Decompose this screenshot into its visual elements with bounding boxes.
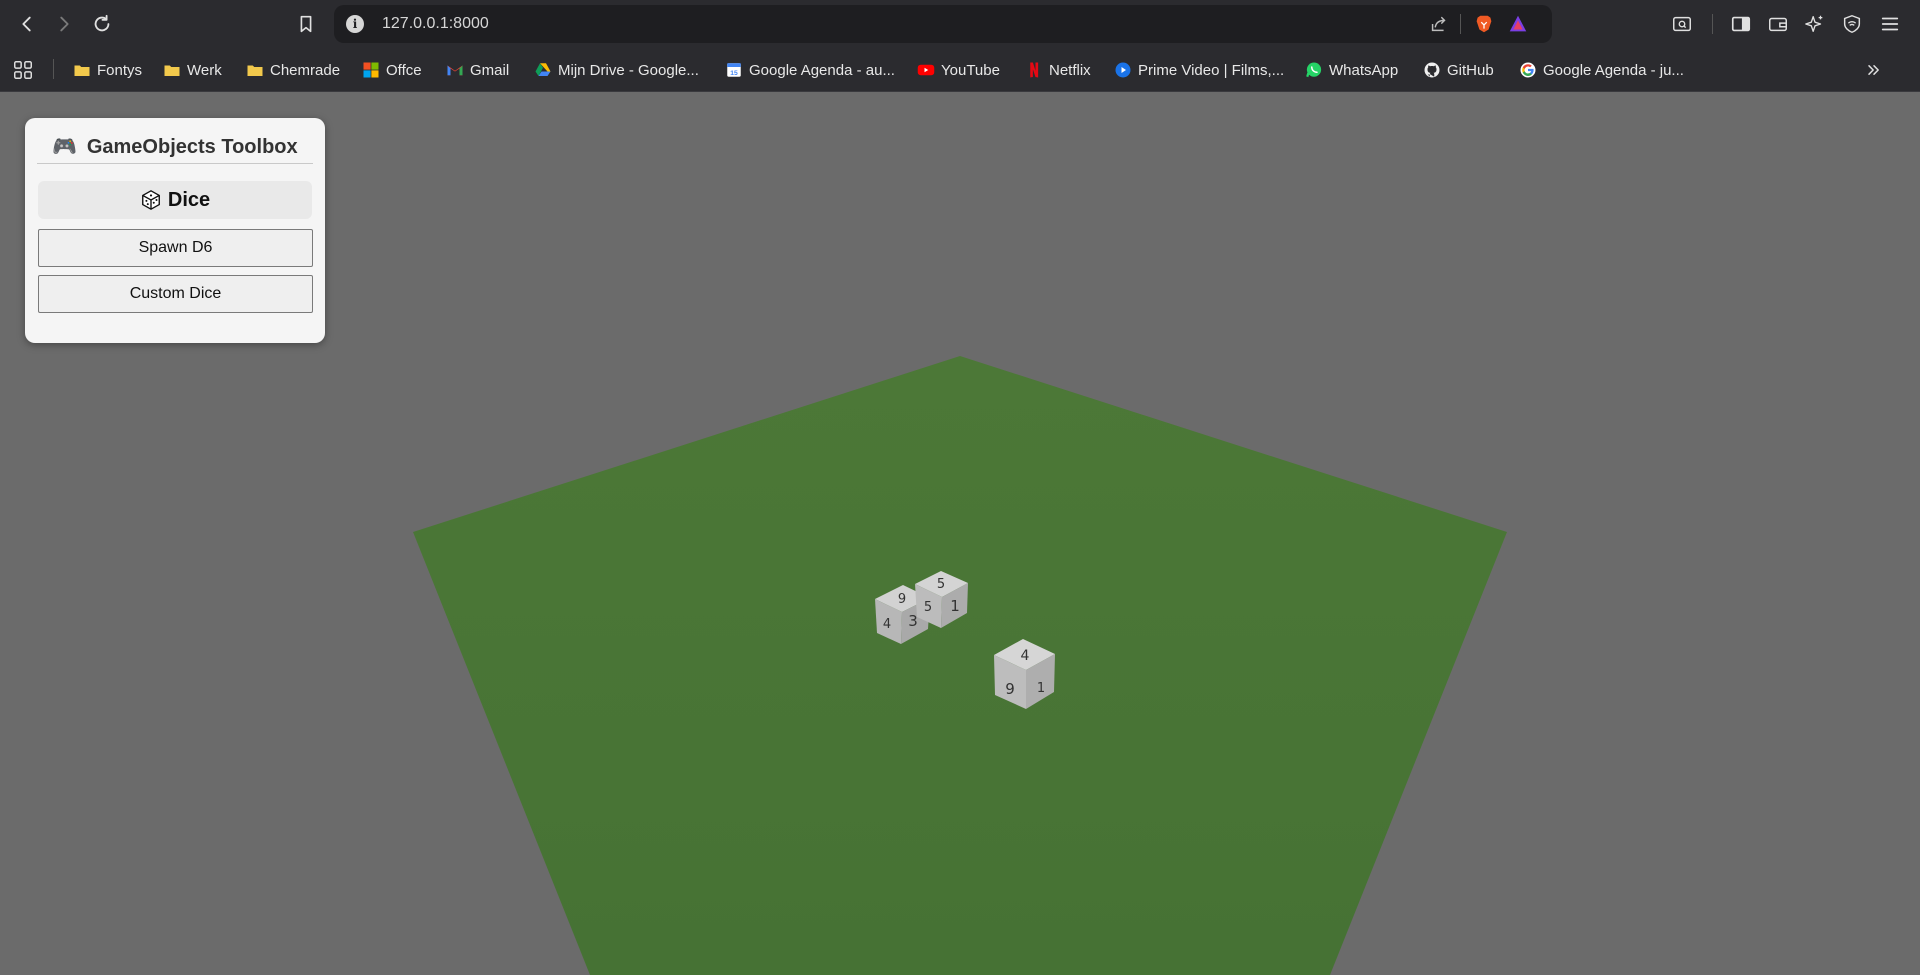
bookmark-label: YouTube: [941, 61, 1000, 79]
bookmark-github[interactable]: GitHub: [1423, 58, 1494, 82]
github-icon: [1423, 61, 1441, 79]
forward-arrow-icon: [60, 16, 69, 32]
rewards-triangle-icon: [1509, 15, 1527, 32]
bookmark-icon: [300, 15, 312, 33]
section-label: Dice: [167, 188, 211, 211]
die-face-left: 5: [924, 600, 932, 615]
apps-grid-icon: [12, 59, 34, 81]
hamburger-menu-icon: [1881, 17, 1899, 31]
prime-video-icon: [1114, 61, 1132, 79]
dice-section-header[interactable]: Dice: [38, 181, 312, 219]
site-info-icon[interactable]: i: [346, 15, 364, 33]
bookmark-label: Fontys: [97, 61, 143, 79]
bookmark-label: Prime Video | Films,...: [1138, 61, 1285, 79]
toolbox-title: 🎮 GameObjects Toolbox: [37, 134, 313, 164]
google-icon: [1519, 61, 1537, 79]
apps-button[interactable]: [12, 58, 40, 82]
bookmark-calendar-1[interactable]: 15 Google Agenda - au...: [725, 58, 895, 82]
double-chevron-right-icon: [1868, 65, 1879, 75]
gamepad-icon: 🎮: [52, 136, 78, 158]
address-bar[interactable]: i 127.0.0.1:8000: [334, 5, 1552, 43]
wallet-icon: [1769, 17, 1787, 32]
spawn-d6-button[interactable]: Spawn D6: [38, 229, 313, 267]
sidebar-icon: [1731, 16, 1751, 32]
whatsapp-icon: [1305, 61, 1323, 79]
drive-icon: [534, 61, 552, 79]
bookmark-label: Werk: [187, 61, 222, 79]
sidebar-button[interactable]: [1729, 12, 1753, 36]
svg-text:15: 15: [730, 70, 738, 77]
bookmark-label: GitHub: [1447, 61, 1494, 79]
bookmark-werk[interactable]: Werk: [163, 58, 222, 82]
youtube-icon: [917, 61, 935, 79]
toolbox-title-text: GameObjects Toolbox: [86, 136, 298, 158]
reload-icon: [94, 14, 110, 32]
vpn-button[interactable]: [1840, 12, 1864, 36]
share-icon: [1431, 16, 1446, 32]
more-bookmarks-button[interactable]: [1864, 58, 1884, 82]
url-text[interactable]: 127.0.0.1:8000: [382, 15, 489, 33]
custom-dice-button[interactable]: Custom Dice: [38, 275, 313, 313]
bookmark-office[interactable]: Offce: [362, 58, 422, 82]
brave-rewards-button[interactable]: [1506, 12, 1530, 36]
shield-icon: [1843, 14, 1861, 34]
browser-toolbar: i 127.0.0.1:8000: [0, 0, 1920, 48]
back-arrow-icon: [22, 16, 31, 32]
back-button[interactable]: [9, 6, 45, 42]
bookmark-label: Chemrade: [270, 61, 341, 79]
share-button[interactable]: [1427, 12, 1451, 36]
die-face-right: 1: [950, 597, 960, 615]
bookmark-label: WhatsApp: [1329, 61, 1399, 79]
reload-button[interactable]: [84, 6, 120, 42]
folder-icon: [73, 61, 91, 79]
netflix-icon: [1025, 61, 1043, 79]
die-face-right: 3: [908, 612, 918, 630]
bookmark-netflix[interactable]: Netflix: [1025, 58, 1091, 82]
bookmark-label: Netflix: [1049, 61, 1091, 79]
bookmark-drive[interactable]: Mijn Drive - Google...: [534, 58, 699, 82]
bookmark-label: Offce: [386, 61, 422, 79]
die-face-top: 5: [937, 577, 945, 592]
ground-plane: [413, 356, 1507, 975]
sparkle-icon: [1805, 15, 1823, 33]
die-face-right: 1: [1037, 681, 1045, 696]
die-face-top: 9: [898, 592, 906, 607]
folder-icon: [163, 61, 181, 79]
dice-icon: [141, 190, 160, 210]
bookmark-prime-video[interactable]: Prime Video | Films,...: [1114, 58, 1284, 82]
bookmark-label: Google Agenda - ju...: [1543, 61, 1684, 79]
die-face-left: 4: [883, 617, 891, 632]
tab-search-icon: [1673, 16, 1691, 32]
die-face-top: 4: [1021, 648, 1030, 664]
bookmark-chemrade[interactable]: Chemrade: [246, 58, 340, 82]
wallet-button[interactable]: [1766, 12, 1790, 36]
bookmarks-bar: Fontys Werk Chemrade Offce Gmail Mijn Dr…: [0, 48, 1920, 92]
brave-shields-button[interactable]: [1472, 12, 1496, 36]
bookmark-whatsapp[interactable]: WhatsApp: [1305, 58, 1398, 82]
main-menu-button[interactable]: [1878, 12, 1902, 36]
forward-button[interactable]: [46, 6, 82, 42]
gmail-icon: [446, 61, 464, 79]
bookmark-page-button[interactable]: [288, 6, 324, 42]
bookmark-label: Mijn Drive - Google...: [558, 61, 699, 79]
die-face-left: 9: [1005, 680, 1015, 698]
bookmark-gmail[interactable]: Gmail: [446, 58, 509, 82]
office-icon: [362, 61, 380, 79]
bookmark-label: Google Agenda - au...: [749, 61, 895, 79]
bookmark-youtube[interactable]: YouTube: [917, 58, 1000, 82]
brave-lion-icon: [1476, 15, 1492, 33]
bookmark-calendar-2[interactable]: Google Agenda - ju...: [1519, 58, 1684, 82]
gameobjects-toolbox: 🎮 GameObjects Toolbox Dice Spawn D6 Cust…: [25, 118, 325, 343]
folder-icon: [246, 61, 264, 79]
calendar-icon: 15: [725, 61, 743, 79]
bookmark-label: Gmail: [470, 61, 510, 79]
tab-search-button[interactable]: [1670, 12, 1694, 36]
leo-ai-button[interactable]: [1803, 12, 1827, 36]
bookmark-fontys[interactable]: Fontys: [73, 58, 142, 82]
